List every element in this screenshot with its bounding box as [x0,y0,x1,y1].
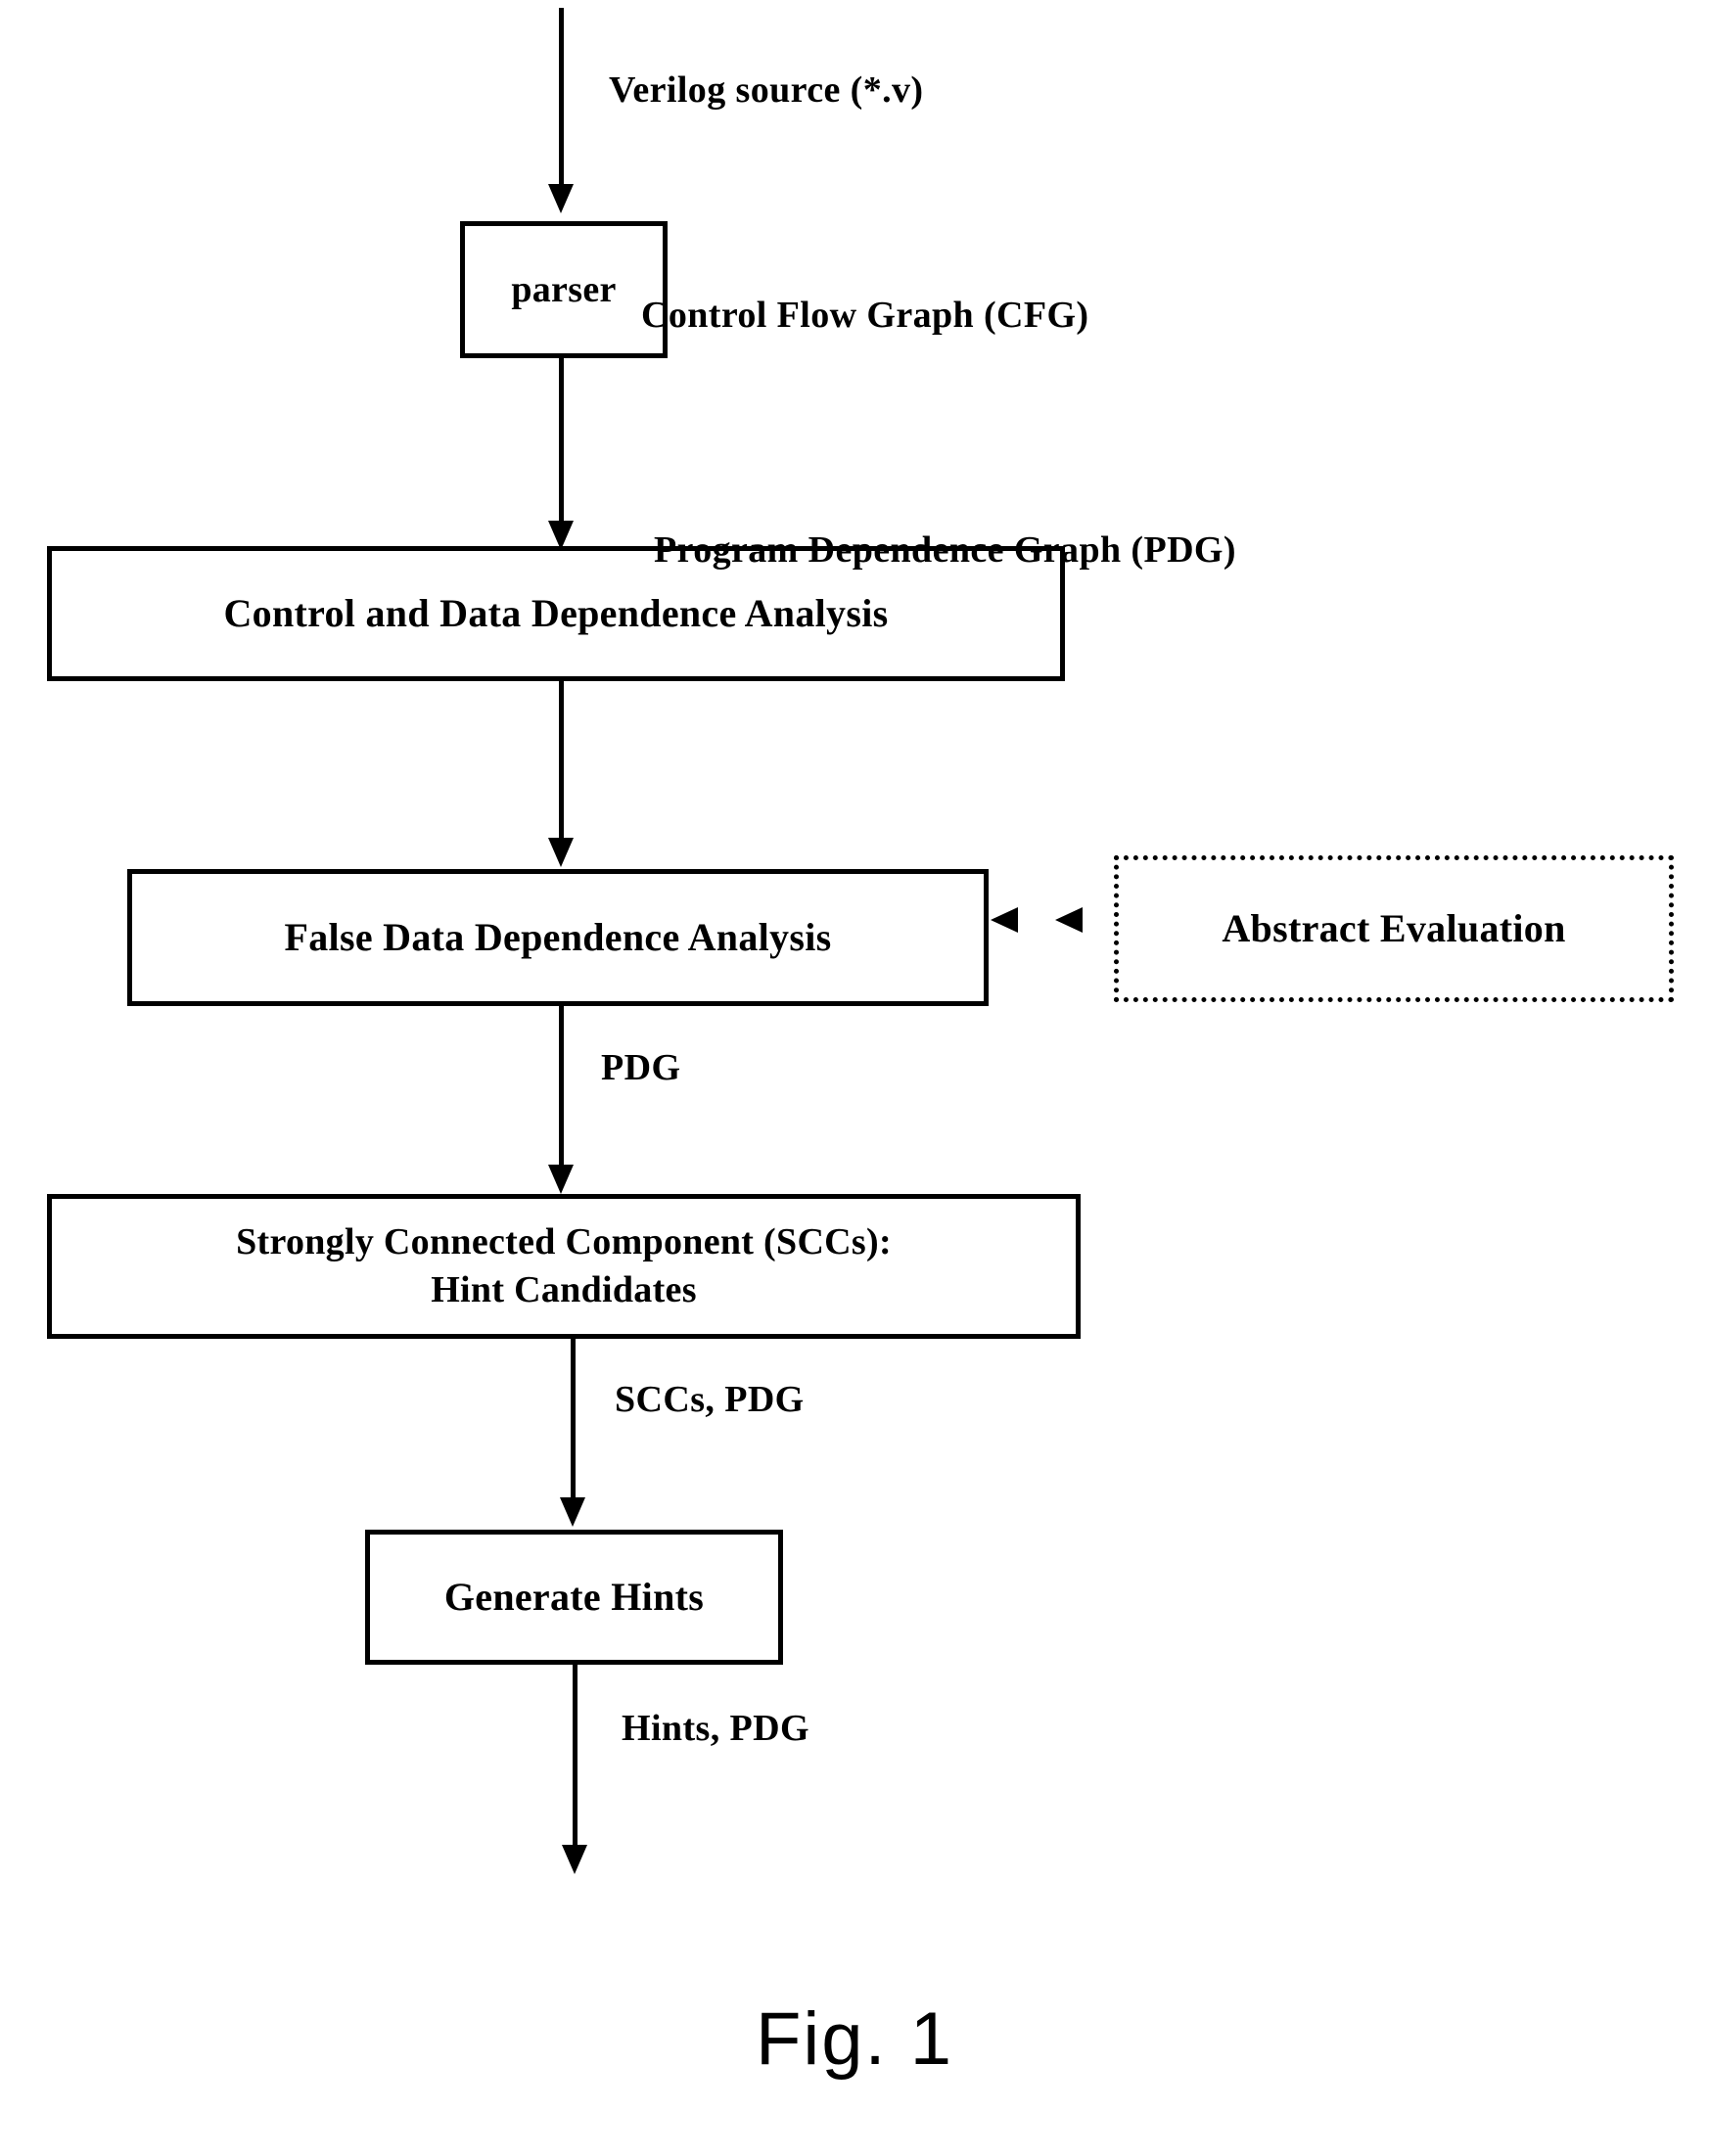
figure-caption: Fig. 1 [755,1997,954,2081]
node-parser-label: parser [511,268,617,310]
node-sccs-label: Strongly Connected Component (SCCs): Hin… [236,1221,892,1310]
edge-label-hints-pdg: Hints, PDG [622,1708,809,1749]
connector-input-to-parser [559,8,564,186]
node-false-data-dependence-analysis[interactable]: False Data Dependence Analysis [127,869,989,1006]
node-abstract-evaluation-label: Abstract Evaluation [1222,906,1566,951]
arrowhead-input-to-parser [548,184,574,213]
edge-label-control-flow-graph: Control Flow Graph (CFG) [641,295,1089,336]
connector-parser-to-cdda [559,358,564,523]
arrowhead-abseval-to-fdda-outer [1055,907,1083,933]
arrowhead-sccs-to-generate-hints [560,1497,585,1527]
arrowhead-generate-hints-to-output [562,1845,587,1874]
node-generate-hints[interactable]: Generate Hints [365,1530,783,1665]
node-strongly-connected-components[interactable]: Strongly Connected Component (SCCs): Hin… [47,1194,1081,1339]
connector-fdda-to-sccs [559,1006,564,1167]
node-generate-hints-label: Generate Hints [443,1575,705,1620]
node-abstract-evaluation[interactable]: Abstract Evaluation [1114,855,1674,1002]
arrowhead-fdda-to-sccs [548,1165,574,1194]
arrowhead-cdda-to-fdda [548,838,574,867]
edge-label-program-dependence-graph: Program Dependence Graph (PDG) [654,529,1236,571]
connector-cdda-to-fdda [559,681,564,840]
figure-canvas: Verilog source (*.v) parser Control Flow… [0,0,1709,2156]
edge-label-sccs-pdg: SCCs, PDG [615,1379,805,1420]
connector-sccs-to-generate-hints [571,1339,576,1499]
arrowhead-abseval-to-fdda-inner [991,907,1018,933]
node-parser[interactable]: parser [460,221,668,358]
node-cdda-label: Control and Data Dependence Analysis [223,591,889,636]
edge-label-verilog-source: Verilog source (*.v) [609,69,924,111]
edge-label-pdg: PDG [601,1047,681,1088]
connector-generate-hints-to-output [573,1665,577,1847]
node-fdda-label: False Data Dependence Analysis [284,915,832,960]
